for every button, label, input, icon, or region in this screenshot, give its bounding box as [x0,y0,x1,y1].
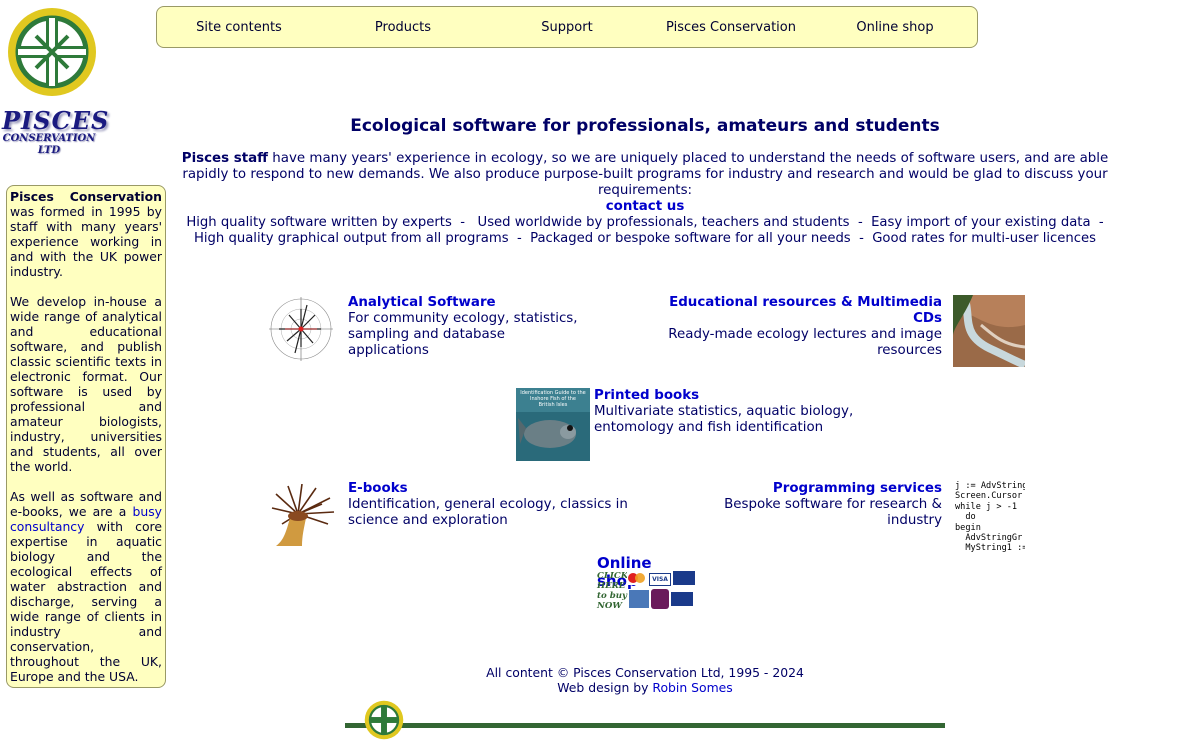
mastercard-icon [627,571,647,585]
nav-support[interactable]: Support [485,20,649,35]
educational-resources-desc: Ready-made ecology lectures and image re… [668,327,942,358]
ebooks-link[interactable]: E-books [348,481,628,497]
printed-books-link[interactable]: Printed books [594,388,864,404]
maestro-icon [671,592,693,606]
features-line-1: High quality software written by experts… [186,215,1104,230]
top-navigation: Site contents Products Support Pisces Co… [156,6,978,48]
ebooks-tile: E-books Identification, general ecology,… [348,481,628,529]
copyright-text: All content © Pisces Conservation Ltd, 1… [486,665,804,680]
sea-anemone-icon[interactable] [268,484,336,550]
solo-icon [651,589,669,609]
online-shop-block: Online shop CLICK HERE to buy NOW VISA [597,554,697,611]
bottom-logo-icon [364,700,404,740]
intro-paragraph: Pisces staff have many years' experience… [170,151,1120,215]
shop-click-here-text[interactable]: CLICK HERE to buy NOW [597,571,628,611]
printed-books-tile: Printed books Multivariate statistics, a… [594,388,864,436]
logo-subtitle: CONSERVATION LTD [2,133,96,156]
sidebar-paragraph-1: Pisces Conservation was formed in 1995 b… [10,189,162,279]
polar-chart-icon[interactable] [265,295,337,363]
features-list: High quality software written by experts… [170,215,1120,247]
printed-books-desc: Multivariate statistics, aquatic biology… [594,404,854,435]
coastline-photo-icon[interactable] [953,295,1025,367]
sidebar-text: was formed in 1995 by staff with many ye… [10,204,162,279]
robin-somes-link[interactable]: Robin Somes [652,680,732,695]
programming-services-desc: Bespoke software for research & industry [724,497,942,528]
sidebar-paragraph-3: As well as software and e-books, we are … [10,489,162,684]
sidebar-text: with core expertise in aquatic biology a… [10,519,162,684]
programming-services-link[interactable]: Programming services [668,481,942,497]
pisces-logo-icon [8,8,96,96]
fish-book-cover-icon[interactable]: Identification Guide to the Inshore Fish… [516,388,590,461]
code-sample-image[interactable]: j := AdvString Screen.Cursor while j > -… [955,481,1025,553]
nav-products[interactable]: Products [321,20,485,35]
visa-icon: VISA [649,573,671,586]
sidebar-company-name: Pisces Conservation [10,189,162,204]
educational-resources-tile: Educational resources & Multimedia CDs R… [668,295,942,359]
visa-electron-icon [673,571,695,585]
programming-services-tile: Programming services Bespoke software fo… [668,481,942,529]
bottom-divider [345,723,945,728]
sidebar-paragraph-2: We develop in-house a wide range of anal… [10,294,162,474]
web-design-credit: Web design by Robin Somes [170,680,1120,695]
payment-cards[interactable]: VISA [627,571,695,611]
logo-wordmark: PISCES [2,106,110,135]
nav-online-shop[interactable]: Online shop [813,20,977,35]
footer: All content © Pisces Conservation Ltd, 1… [170,665,1120,695]
contact-us-link[interactable]: contact us [606,199,685,214]
sidebar-about: Pisces Conservation was formed in 1995 b… [6,185,166,688]
analytical-software-link[interactable]: Analytical Software [348,295,588,311]
svg-text:British Isles: British Isles [539,402,568,408]
ebooks-desc: Identification, general ecology, classic… [348,497,628,528]
educational-resources-link[interactable]: Educational resources & Multimedia CDs [668,295,942,327]
credit-label: Web design by [557,680,653,695]
page-title: Ecological software for professionals, a… [350,116,940,136]
analytical-software-desc: For community ecology, statistics, sampl… [348,311,578,358]
intro-text: have many years' experience in ecology, … [182,151,1109,198]
pisces-staff-label: Pisces staff [181,151,269,166]
analytical-software-tile: Analytical Software For community ecolog… [348,295,588,359]
logo[interactable] [6,6,101,102]
nav-pisces-conservation[interactable]: Pisces Conservation [649,20,813,35]
features-line-2: High quality graphical output from all p… [193,231,1097,246]
nav-site-contents[interactable]: Site contents [157,20,321,35]
amex-icon [629,590,649,608]
